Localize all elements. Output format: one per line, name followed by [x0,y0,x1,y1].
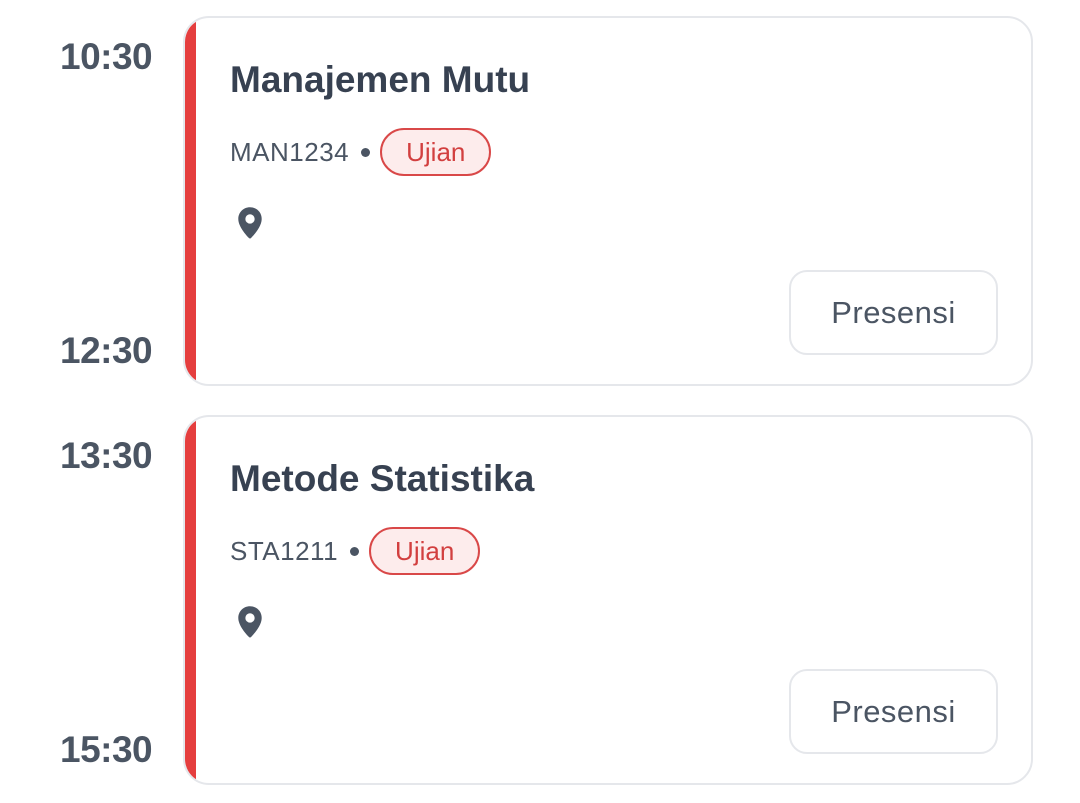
presensi-button[interactable]: Presensi [789,270,998,355]
end-time: 15:30 [60,729,153,770]
course-meta: MAN1234 Ujian [230,126,492,178]
course-code: MAN1234 [230,136,350,167]
course-meta: STA1211 Ujian [230,525,481,577]
course-title: Manajemen Mutu [230,59,531,100]
course-code: STA1211 [230,535,339,566]
presensi-button[interactable]: Presensi [789,669,998,754]
start-time: 10:30 [60,36,153,77]
card-accent-bar [185,417,196,783]
location-pin-icon[interactable] [232,204,268,242]
type-badge: Ujian [369,527,481,575]
start-time: 13:30 [60,435,153,476]
course-card[interactable]: Metode Statistika STA1211 Ujian Presensi [183,415,1033,785]
location-pin-icon[interactable] [232,603,268,641]
type-badge: Ujian [380,128,492,176]
schedule-item: 13:30 15:30 Metode Statistika STA1211 Uj… [0,415,1080,787]
schedule-item: 10:30 12:30 Manajemen Mutu MAN1234 Ujian… [0,16,1080,388]
course-card[interactable]: Manajemen Mutu MAN1234 Ujian Presensi [183,16,1033,386]
separator-dot [361,147,371,157]
card-accent-bar [185,18,196,384]
separator-dot [350,546,360,556]
course-title: Metode Statistika [230,458,535,499]
end-time: 12:30 [60,330,153,371]
